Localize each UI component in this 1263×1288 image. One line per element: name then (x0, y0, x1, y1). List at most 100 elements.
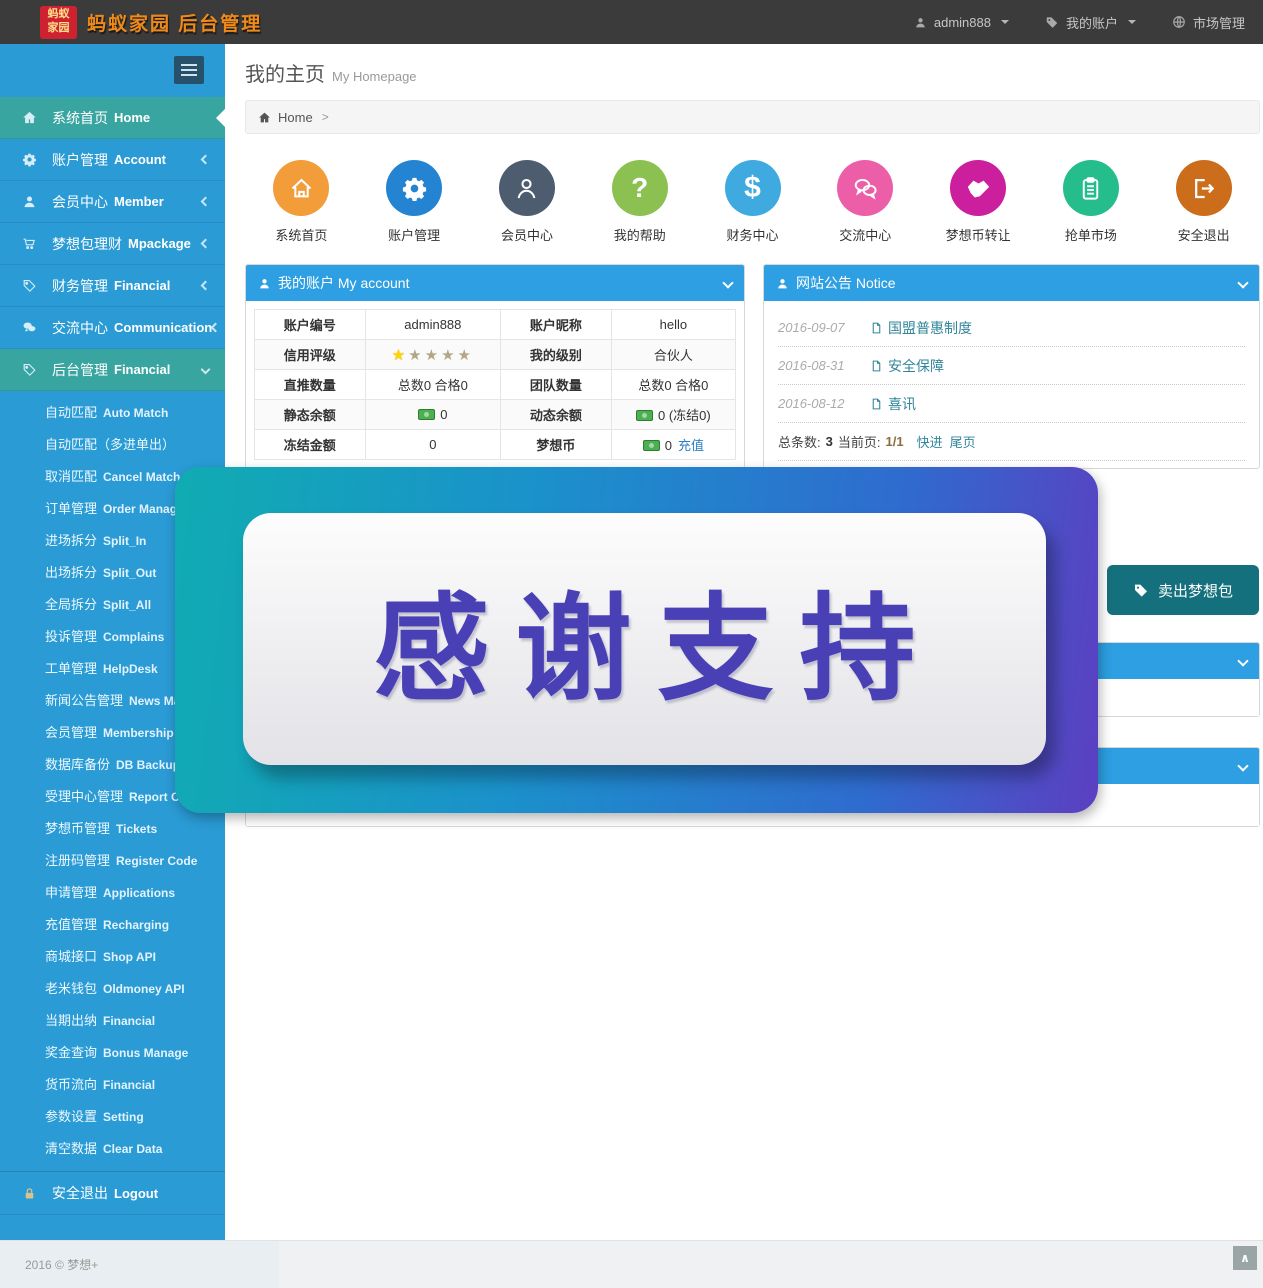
chevron-icon (201, 239, 211, 249)
notice-panel-title: 网站公告 Notice (796, 273, 896, 293)
sidebar-item-label-en: Communication (114, 320, 212, 335)
collapse-chevron-icon[interactable] (1237, 277, 1248, 288)
collapse-chevron-icon[interactable] (1237, 760, 1248, 771)
logo-line1: 蚂蚁 (48, 8, 70, 22)
sidebar-item[interactable]: 系统首页 Home (0, 97, 225, 139)
submenu-item-label-zh: 申请管理 (45, 885, 97, 900)
submenu-item-label-zh: 注册码管理 (45, 853, 110, 868)
sidebar-submenu-item[interactable]: 参数设置Setting (0, 1101, 225, 1133)
submenu-item-label-zh: 新闻公告管理 (45, 693, 123, 708)
my-account-panel-header[interactable]: 我的账户 My account (246, 265, 744, 301)
notice-link[interactable]: 喜讯 (870, 394, 916, 414)
logout-label-zh: 安全退出 (52, 1183, 108, 1203)
sidebar-item[interactable]: 后台管理 Financial (0, 349, 225, 391)
submenu-item-label-en: Register Code (116, 854, 197, 868)
sidebar-item[interactable]: 交流中心 Communication (0, 307, 225, 349)
brand-logo[interactable]: 蚂蚁 家园 蚂蚁家园 后台管理 (40, 6, 262, 39)
exit-icon (1176, 160, 1232, 216)
sidebar-item[interactable]: 梦想包理财 Mpackage (0, 223, 225, 265)
sidebar-submenu-item[interactable]: 老米钱包 Oldmoney API (0, 973, 225, 1005)
page-indicator: 1/1 (885, 434, 903, 449)
user-menu[interactable]: admin888 (914, 15, 1009, 30)
sidebar-item[interactable]: 会员中心 Member (0, 181, 225, 223)
sell-button-label: 卖出梦想包 (1158, 580, 1233, 601)
notice-link[interactable]: 安全保障 (870, 356, 944, 376)
sidebar-submenu-item[interactable]: 充值管理Recharging (0, 909, 225, 941)
fast-forward-link[interactable]: 快进 (917, 432, 943, 451)
notice-panel: 网站公告 Notice 2016-09-07 国盟普惠制度 (763, 264, 1260, 469)
team-count-value: 总数0 合格0 (611, 370, 735, 400)
sidebar-submenu-item[interactable]: 商城接口Shop API (0, 941, 225, 973)
submenu-item-label-en: Oldmoney API (103, 982, 185, 996)
last-page-link[interactable]: 尾页 (950, 432, 976, 451)
sidebar-submenu-item[interactable]: 清空数据Clear Data (0, 1133, 225, 1165)
submenu-item-label-zh: 当期出纳 (45, 1013, 97, 1028)
sidebar-item[interactable]: 财务管理 Financial (0, 265, 225, 307)
notice-panel-header[interactable]: 网站公告 Notice (764, 265, 1259, 301)
collapse-chevron-icon[interactable] (722, 277, 733, 288)
chevron-down-icon (1128, 20, 1136, 24)
sidebar-submenu-item[interactable]: 自动匹配（多进单出） (0, 429, 225, 461)
thanks-overlay-image: 感谢支持 (175, 467, 1098, 813)
sidebar-submenu-item[interactable]: 奖金查询Bonus Manage (0, 1037, 225, 1069)
back-to-top-button[interactable]: ∧ (1233, 1246, 1257, 1270)
submenu-item-label-zh: 梦想币管理 (45, 821, 110, 836)
collapse-chevron-icon[interactable] (1237, 655, 1248, 666)
sidebar-submenu-item[interactable]: 货币流向Financial (0, 1069, 225, 1101)
shortcut-item[interactable]: 账户管理 (358, 160, 471, 244)
sidebar-item[interactable]: 账户管理 Account (0, 139, 225, 181)
sidebar-item-label-zh: 会员中心 (52, 192, 108, 212)
star-icon: ★ (441, 347, 457, 364)
shortcut-item[interactable]: 抢单市场 (1034, 160, 1147, 244)
submenu-item-label-zh: 出场拆分 (45, 565, 97, 580)
shortcut-item[interactable]: 会员中心 (471, 160, 584, 244)
sidebar-submenu-item[interactable]: 注册码管理 Register Code (0, 845, 225, 877)
notice-link[interactable]: 国盟普惠制度 (870, 318, 972, 338)
sidebar-item-label-zh: 后台管理 (52, 360, 108, 380)
submenu-item-label-en: Auto Match (103, 406, 168, 420)
submenu-item-label-en: Clear Data (103, 1142, 162, 1156)
user-icon (914, 16, 927, 29)
market-menu[interactable]: 市场管理 (1172, 13, 1245, 32)
shortcut-label: 抢单市场 (1065, 225, 1117, 244)
shortcut-item[interactable]: 系统首页 (245, 160, 358, 244)
submenu-item-label-zh: 老米钱包 (45, 981, 97, 996)
submenu-item-label-en: Split_Out (103, 566, 156, 580)
globe-icon (1172, 15, 1186, 29)
dream-coin-number: 0 (665, 438, 672, 453)
breadcrumb-home[interactable]: Home (278, 110, 313, 125)
sell-dream-package-button[interactable]: 卖出梦想包 (1107, 565, 1259, 615)
sidebar-submenu-item[interactable]: 申请管理Applications (0, 877, 225, 909)
sidebar-toggle-button[interactable] (174, 56, 204, 84)
person-icon (776, 277, 789, 290)
my-account-panel: 我的账户 My account 账户编号 admin888 账户昵称 hello… (245, 264, 745, 469)
star-icon: ★ (458, 347, 474, 364)
chevron-down-icon (1001, 20, 1009, 24)
person-icon (22, 194, 42, 209)
shortcut-item[interactable]: $ 财务中心 (696, 160, 809, 244)
document-icon (870, 397, 883, 411)
shortcut-item[interactable]: 梦想币转让 (922, 160, 1035, 244)
static-balance-number: 0 (440, 407, 447, 422)
recharge-link[interactable]: 充值 (678, 438, 704, 453)
topbar-menu: admin888 我的账户 市场管理 (914, 13, 1245, 32)
shortcut-item[interactable]: 安全退出 (1147, 160, 1260, 244)
shortcut-item[interactable]: 交流中心 (809, 160, 922, 244)
sidebar-submenu-item[interactable]: 自动匹配Auto Match (0, 397, 225, 429)
sidebar-nav: 系统首页 Home 账户管理 Account 会员中心 Member 梦想包理财 (0, 97, 225, 391)
chevron-icon (201, 155, 211, 165)
submenu-item-label-zh: 受理中心管理 (45, 789, 123, 804)
sidebar-item-logout[interactable]: 安全退出 Logout (0, 1171, 225, 1215)
submenu-item-label-zh: 全局拆分 (45, 597, 97, 612)
shortcut-item[interactable]: ? 我的帮助 (583, 160, 696, 244)
question-icon: ? (612, 160, 668, 216)
notice-list-item: 2016-08-12 喜讯 (778, 385, 1245, 423)
handshake-icon (950, 160, 1006, 216)
account-menu[interactable]: 我的账户 (1045, 13, 1136, 32)
submenu-item-label-en: HelpDesk (103, 662, 158, 676)
sidebar-submenu-item[interactable]: 当期出纳Financial (0, 1005, 225, 1037)
submenu-item-label-en: Tickets (116, 822, 157, 836)
sidebar-submenu-item[interactable]: 梦想币管理 Tickets (0, 813, 225, 845)
tag-icon (1133, 582, 1149, 598)
submenu-item-label-en: Complains (103, 630, 164, 644)
